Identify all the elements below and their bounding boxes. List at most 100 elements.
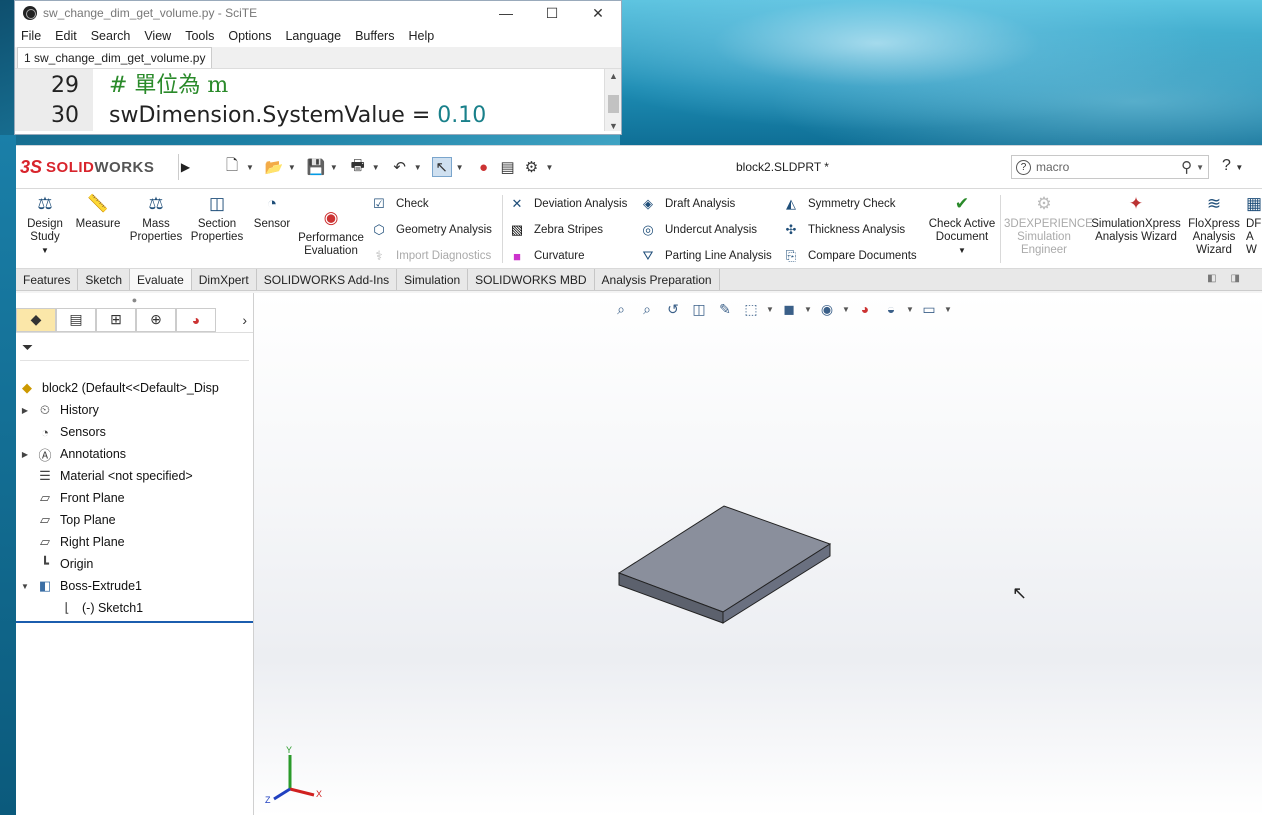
search-icon[interactable]: ⚲ xyxy=(1181,158,1192,176)
tree-item-boss-extrude[interactable]: ▼ ◧ Boss-Extrude1 xyxy=(16,575,253,597)
save-icon[interactable]: 💾 xyxy=(306,157,326,177)
draft-analysis-button[interactable]: ◈ Draft Analysis xyxy=(639,195,735,213)
parting-line-analysis-button[interactable]: ⛛ Parting Line Analysis xyxy=(639,247,772,265)
tree-item-top-plane[interactable]: ▱ Top Plane xyxy=(16,509,253,531)
menu-tools[interactable]: Tools xyxy=(185,29,214,43)
search-box[interactable]: ? macro ⚲ ▼ xyxy=(1011,155,1209,179)
tree-item-origin[interactable]: ┗ Origin xyxy=(16,553,253,575)
new-doc-icon[interactable]: 🗋 xyxy=(222,157,242,177)
tree-item-part[interactable]: ◆ block2 (Default<<Default>_Disp xyxy=(16,377,253,399)
menu-options[interactable]: Options xyxy=(228,29,271,43)
performance-evaluation-button[interactable]: ◉ Performance Evaluation xyxy=(296,207,366,258)
menu-help[interactable]: Help xyxy=(408,29,434,43)
code-editor[interactable]: 29 30 # 單位為 m swDimension.SystemValue = … xyxy=(15,69,621,131)
rollback-bar[interactable] xyxy=(16,621,253,623)
help-button[interactable]: ? ▼ xyxy=(1222,157,1243,175)
restore-panel-icon[interactable]: ◧ xyxy=(1207,273,1216,284)
tab-features[interactable]: Features xyxy=(16,269,79,290)
code-text[interactable]: # 單位為 m swDimension.SystemValue = 0.10 xyxy=(93,69,604,131)
chevron-down-icon[interactable]: ▼ xyxy=(330,163,338,172)
tree-item-history[interactable]: ▶ ⏲ History xyxy=(16,399,253,421)
expand-panel-icon[interactable]: ◨ xyxy=(1231,273,1240,284)
tree-item-material[interactable]: ☰ Material <not specified> xyxy=(16,465,253,487)
tab-solidworks-add-ins[interactable]: SOLIDWORKS Add-Ins xyxy=(257,269,398,290)
minimize-button[interactable]: — xyxy=(483,5,529,22)
chevron-right-icon[interactable]: › xyxy=(242,312,247,328)
simulationxpress-button[interactable]: ✦ SimulationXpress Analysis Wizard xyxy=(1088,193,1184,244)
undercut-analysis-button[interactable]: ◎ Undercut Analysis xyxy=(639,221,757,239)
property-manager-tab-icon[interactable]: ▤ xyxy=(56,307,96,332)
tab-simulation[interactable]: Simulation xyxy=(397,269,469,290)
configuration-manager-tab-icon[interactable]: ⊞ xyxy=(96,307,136,332)
scite-file-tab[interactable]: 1 sw_change_dim_get_volume.py xyxy=(17,47,213,68)
tree-item-front-plane[interactable]: ▱ Front Plane xyxy=(16,487,253,509)
chevron-down-icon[interactable]: ▼ xyxy=(414,163,422,172)
collapse-arrow-icon[interactable]: ▼ xyxy=(16,582,34,591)
menu-view[interactable]: View xyxy=(144,29,171,43)
search-input[interactable]: macro xyxy=(1036,160,1069,174)
thickness-analysis-button[interactable]: ✣ Thickness Analysis xyxy=(782,221,906,239)
sensor-button[interactable]: ◔ Sensor xyxy=(248,193,296,231)
options-gear-icon[interactable]: ⚙ xyxy=(522,157,542,177)
tab-dimxpert[interactable]: DimXpert xyxy=(192,269,257,290)
tab-evaluate[interactable]: Evaluate xyxy=(130,269,192,290)
mass-properties-button[interactable]: ⚖ Mass Properties xyxy=(126,193,186,244)
menu-file[interactable]: File xyxy=(21,29,41,43)
dimxpert-manager-tab-icon[interactable]: ⊕ xyxy=(136,307,176,332)
graphics-area[interactable]: ⌕ ⌕ ↺ ◫ ✎ ⬚ ▼ ◼ ▼ ◉ ▼ ◕ ◒ ▼ ▭ ▼ ↖ Y X Z xyxy=(254,293,1262,815)
tree-item-sketch[interactable]: ⌊ (-) Sketch1 xyxy=(16,597,253,619)
undo-icon[interactable]: ↶ xyxy=(390,157,410,177)
3dx-simulation-button[interactable]: ⚙ 3DEXPERIENCE Simulation Engineer xyxy=(1004,193,1093,257)
compare-documents-button[interactable]: ⎘ Compare Documents xyxy=(782,247,917,265)
menu-language[interactable]: Language xyxy=(285,29,341,43)
chevron-down-icon[interactable]: ▼ xyxy=(1196,163,1204,172)
zebra-stripes-button[interactable]: ▧ Zebra Stripes xyxy=(508,221,603,239)
menu-edit[interactable]: Edit xyxy=(55,29,77,43)
tree-item-sensors[interactable]: ◔ Sensors xyxy=(16,421,253,443)
file-properties-icon[interactable]: ▤ xyxy=(498,157,518,177)
chevron-down-icon[interactable]: ▼ xyxy=(546,163,554,172)
tree-item-annotations[interactable]: ▶ Ⓐ Annotations xyxy=(16,443,253,465)
maximize-button[interactable]: ☐ xyxy=(529,5,575,22)
tab-analysis-preparation[interactable]: Analysis Preparation xyxy=(595,269,720,290)
menu-expand-icon[interactable]: ▶ xyxy=(178,154,192,180)
panel-grip[interactable]: ● xyxy=(16,293,253,307)
chevron-down-icon[interactable]: ▼ xyxy=(246,163,254,172)
design-study-button[interactable]: ⚖ Design Study ▼ xyxy=(22,193,68,257)
tree-filter[interactable]: ⏷ xyxy=(20,335,249,361)
chevron-down-icon[interactable]: ▼ xyxy=(372,163,380,172)
block-model[interactable] xyxy=(254,293,1262,815)
print-icon[interactable]: 🖶 xyxy=(348,157,368,177)
select-pointer-icon[interactable]: ↖ xyxy=(431,157,452,177)
geometry-analysis-button[interactable]: ⬡ Geometry Analysis xyxy=(370,221,492,239)
deviation-analysis-button[interactable]: ✕ Deviation Analysis xyxy=(508,195,628,213)
display-manager-tab-icon[interactable]: ◕ xyxy=(176,307,216,332)
scroll-thumb[interactable] xyxy=(608,95,619,113)
menu-search[interactable]: Search xyxy=(91,29,131,43)
measure-button[interactable]: 📏 Measure xyxy=(72,193,124,231)
expand-arrow-icon[interactable]: ▶ xyxy=(16,406,34,415)
feature-manager-tab-icon[interactable]: ◆ xyxy=(16,307,56,332)
check-button[interactable]: ☑ Check xyxy=(370,195,428,213)
solidworks-logo[interactable]: 3S SOLIDWORKS xyxy=(20,150,178,184)
chevron-down-icon[interactable]: ▼ xyxy=(456,163,464,172)
scroll-up-icon[interactable]: ▲ xyxy=(605,71,622,81)
close-button[interactable]: ✕ xyxy=(575,5,621,22)
symmetry-check-button[interactable]: ◭ Symmetry Check xyxy=(782,195,896,213)
rebuild-traffic-light-icon[interactable]: ● xyxy=(474,157,494,177)
import-diagnostics-button[interactable]: ⚕ Import Diagnostics xyxy=(370,247,491,265)
open-icon[interactable]: 📂 xyxy=(264,157,284,177)
menu-buffers[interactable]: Buffers xyxy=(355,29,394,43)
section-properties-button[interactable]: ◫ Section Properties xyxy=(188,193,246,244)
vertical-scrollbar[interactable]: ▲ ▼ xyxy=(604,69,621,131)
scroll-down-icon[interactable]: ▼ xyxy=(605,121,622,131)
dfmxpress-button[interactable]: ▦ DF A W xyxy=(1246,193,1262,257)
expand-arrow-icon[interactable]: ▶ xyxy=(16,450,34,459)
curvature-button[interactable]: ■ Curvature xyxy=(508,247,584,265)
tree-item-right-plane[interactable]: ▱ Right Plane xyxy=(16,531,253,553)
tab-sketch[interactable]: Sketch xyxy=(78,269,131,290)
check-active-document-button[interactable]: ✔ Check Active Document ▼ xyxy=(926,193,998,257)
floxpress-button[interactable]: ≋ FloXpress Analysis Wizard xyxy=(1186,193,1242,257)
chevron-down-icon[interactable]: ▼ xyxy=(288,163,296,172)
tab-solidworks-mbd[interactable]: SOLIDWORKS MBD xyxy=(468,269,595,290)
